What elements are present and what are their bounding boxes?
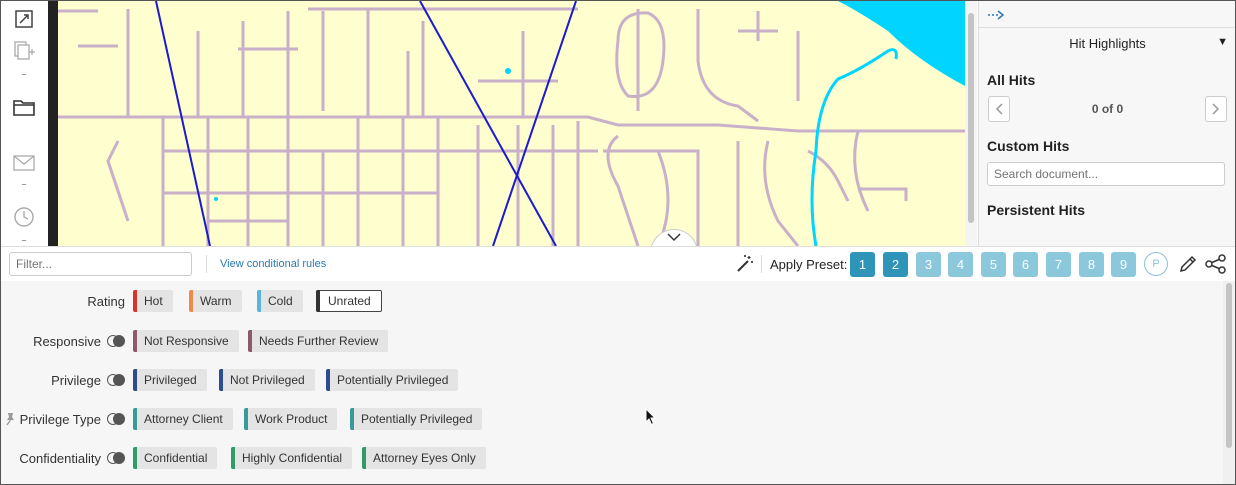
toggle-circles-icon[interactable] xyxy=(107,335,125,348)
preset-button-8[interactable]: 8 xyxy=(1079,252,1104,277)
all-hits-label: All Hits xyxy=(987,72,1036,88)
left-toolbar xyxy=(1,1,48,246)
choice-potentially-privileged-type[interactable]: Potentially Privileged xyxy=(350,408,483,430)
confidentiality-label: Confidentiality xyxy=(19,451,125,466)
choice-cold[interactable]: Cold xyxy=(257,290,303,312)
expand-icon[interactable] xyxy=(11,7,37,31)
copy-add-icon[interactable] xyxy=(11,39,37,63)
choice-unrated[interactable]: Unrated xyxy=(316,290,382,312)
magic-wand-icon[interactable] xyxy=(734,253,756,275)
choice-confidential[interactable]: Confidential xyxy=(133,447,218,469)
privilege-type-label: Privilege Type xyxy=(20,412,125,427)
privilege-label: Privilege xyxy=(51,373,125,388)
pencil-icon[interactable] xyxy=(1177,253,1199,275)
panel-title: Hit Highlights xyxy=(1069,36,1146,51)
mouse-cursor-icon xyxy=(645,408,657,426)
chevron-right-icon xyxy=(1212,103,1220,115)
viewer-edge xyxy=(48,1,58,246)
field-label: Confidentiality xyxy=(19,451,101,466)
choice-potentially-privileged[interactable]: Potentially Privileged xyxy=(326,369,459,391)
coding-scrollbar[interactable] xyxy=(1223,281,1235,484)
choice-privileged[interactable]: Privileged xyxy=(133,369,207,391)
map-image xyxy=(58,1,965,246)
choice-attorney-client[interactable]: Attorney Client xyxy=(133,408,233,430)
preset-button-5[interactable]: 5 xyxy=(981,252,1006,277)
toggle-circles-icon[interactable] xyxy=(107,452,125,465)
privilege-field: Privilege Privileged Not Privileged Pote… xyxy=(1,369,1201,393)
choice-work-product[interactable]: Work Product xyxy=(244,408,338,430)
toolbar-separator xyxy=(206,255,207,273)
personal-preset-button[interactable]: P xyxy=(1144,252,1168,276)
preset-button-2[interactable]: 2 xyxy=(883,252,908,277)
panel-top-bar xyxy=(979,1,1235,28)
toolbar-divider xyxy=(22,240,26,241)
preset-button-1[interactable]: 1 xyxy=(850,252,875,277)
responsive-field: Responsive Not Responsive Needs Further … xyxy=(1,330,1201,354)
hits-count: 0 of 0 xyxy=(1091,102,1124,116)
custom-hits-label: Custom Hits xyxy=(987,138,1070,154)
dotted-arrow-icon[interactable] xyxy=(987,10,1005,20)
pin-icon[interactable] xyxy=(4,412,16,426)
search-document-input[interactable] xyxy=(987,162,1225,186)
confidentiality-field: Confidentiality Confidential Highly Conf… xyxy=(1,447,1201,471)
panel-header[interactable]: Hit Highlights ▼ xyxy=(979,28,1235,58)
preset-button-9[interactable]: 9 xyxy=(1111,252,1136,277)
coding-panel: Rating Hot Warm Cold Unrated Responsive … xyxy=(1,281,1223,484)
view-conditional-rules-link[interactable]: View conditional rules xyxy=(220,258,326,270)
responsive-label: Responsive xyxy=(33,334,125,349)
caret-down-icon[interactable]: ▼ xyxy=(1217,36,1228,48)
toggle-circles-icon[interactable] xyxy=(107,374,125,387)
field-label: Responsive xyxy=(33,334,101,349)
hits-navigator: 0 of 0 xyxy=(979,96,1235,124)
choice-not-responsive[interactable]: Not Responsive xyxy=(133,330,239,352)
chevron-down-icon xyxy=(667,233,681,242)
document-viewer-map[interactable] xyxy=(58,1,965,246)
field-label: Privilege xyxy=(51,373,101,388)
coding-scrollbar-thumb[interactable] xyxy=(1226,283,1232,448)
application-window: Hit Highlights ▼ All Hits 0 of 0 Custom … xyxy=(0,0,1236,485)
field-label: Rating xyxy=(87,294,125,309)
toolbar-separator xyxy=(761,255,762,273)
field-label: Privilege Type xyxy=(19,412,101,427)
apply-preset-label: Apply Preset: xyxy=(770,257,848,272)
preset-button-4[interactable]: 4 xyxy=(948,252,973,277)
preset-button-3[interactable]: 3 xyxy=(916,252,941,277)
choice-hot[interactable]: Hot xyxy=(133,290,173,312)
toolbar-divider xyxy=(22,74,26,75)
choice-highly-confidential[interactable]: Highly Confidential xyxy=(231,447,353,469)
filter-input[interactable] xyxy=(9,252,192,276)
toolbar-divider xyxy=(22,184,26,185)
coding-toolbar: View conditional rules Apply Preset: 1 2… xyxy=(1,246,1235,282)
hit-highlights-panel: Hit Highlights ▼ All Hits 0 of 0 Custom … xyxy=(978,1,1235,246)
choice-needs-further-review[interactable]: Needs Further Review xyxy=(248,330,389,352)
rating-field: Rating Hot Warm Cold Unrated xyxy=(1,290,1201,314)
choice-not-privileged[interactable]: Not Privileged xyxy=(219,369,315,391)
privilege-type-field: Privilege Type Attorney Client Work Prod… xyxy=(1,408,1201,432)
viewer-scrollbar[interactable] xyxy=(965,1,977,246)
viewer-scrollbar-thumb[interactable] xyxy=(968,13,974,223)
toggle-circles-icon[interactable] xyxy=(107,413,125,426)
clock-icon[interactable] xyxy=(11,205,37,229)
rating-label: Rating xyxy=(87,294,125,309)
choice-warm[interactable]: Warm xyxy=(189,290,242,312)
folder-icon[interactable] xyxy=(11,95,37,119)
mail-icon[interactable] xyxy=(11,151,37,175)
preset-button-7[interactable]: 7 xyxy=(1046,252,1071,277)
share-icon[interactable] xyxy=(1205,253,1227,275)
next-hit-button[interactable] xyxy=(1205,96,1227,122)
persistent-hits-label: Persistent Hits xyxy=(987,202,1086,218)
choice-attorney-eyes-only[interactable]: Attorney Eyes Only xyxy=(362,447,486,469)
preset-button-6[interactable]: 6 xyxy=(1013,252,1038,277)
